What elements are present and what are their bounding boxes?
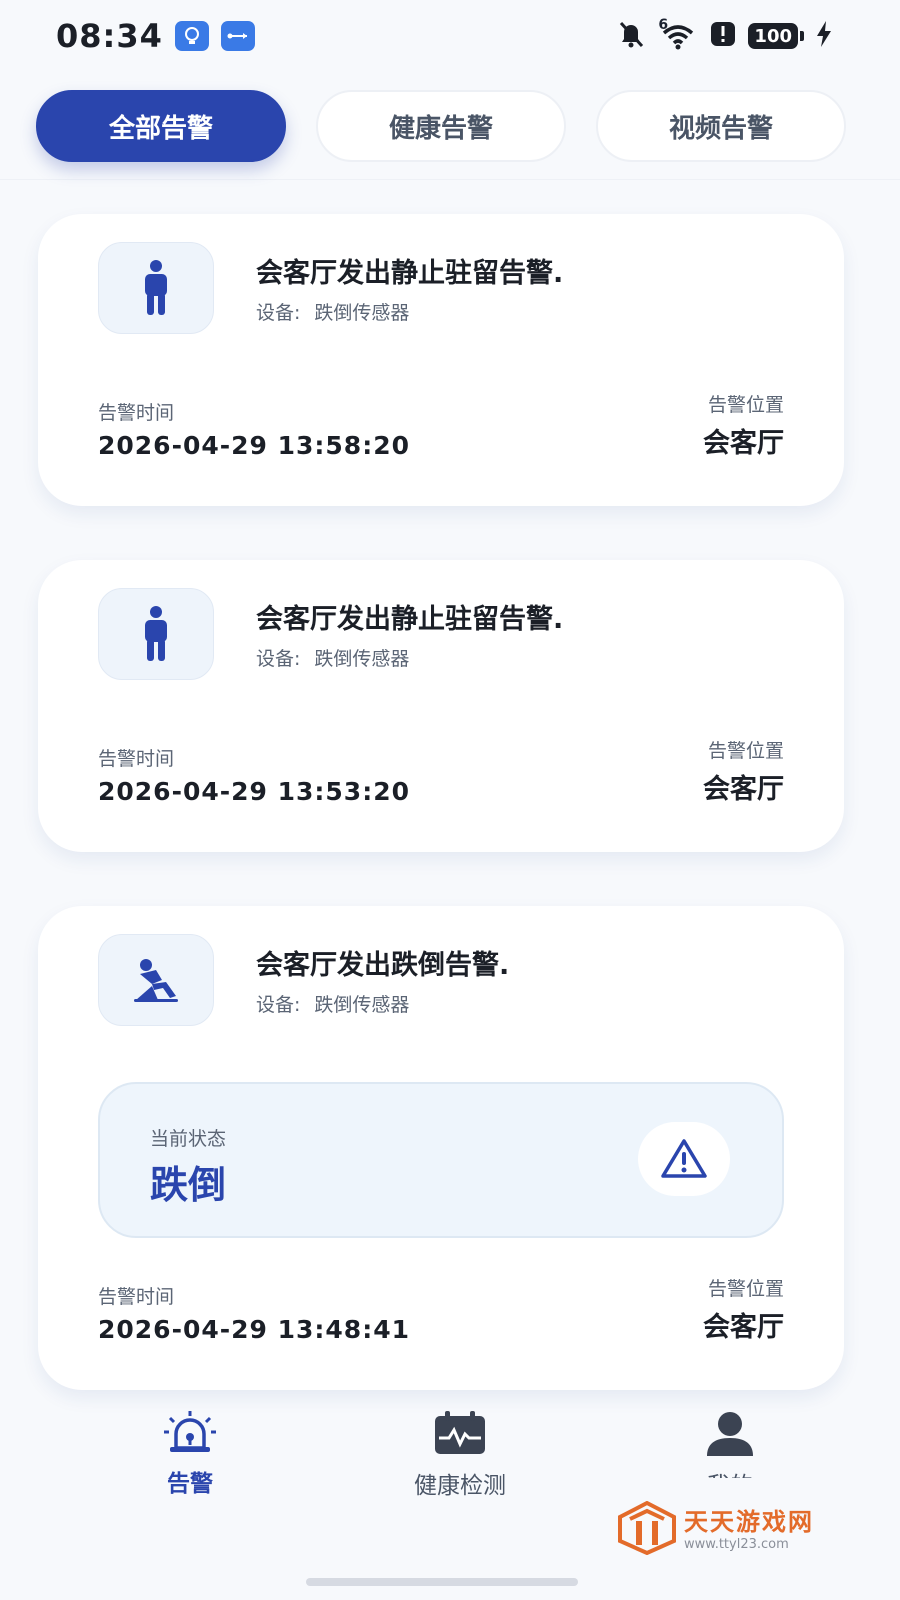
home-indicator[interactable] [306, 1578, 578, 1586]
nav-alerts-label: 告警 [167, 1471, 213, 1497]
current-state-panel: 当前状态 跌倒 [98, 1082, 784, 1238]
nav-profile[interactable]: 我的 [650, 1410, 810, 1478]
alert-time-block: 告警时间 2026-04-29 13:53:20 [98, 744, 410, 806]
alert-time: 2026-04-29 13:48:41 [98, 1315, 410, 1344]
current-state-value: 跌倒 [150, 1163, 227, 1207]
alert-location: 会客厅 [703, 774, 784, 805]
bulb-icon [174, 21, 209, 51]
warning-triangle-icon [638, 1122, 730, 1196]
tab-all-alerts[interactable]: 全部告警 [36, 90, 286, 162]
watermark-sub: www.ttyl23.com [684, 1536, 789, 1552]
alert-title: 会客厅发出跌倒告警. [256, 950, 510, 981]
battery-level: 100 [748, 23, 798, 49]
alert-location: 会客厅 [703, 428, 784, 459]
alert-text: 会客厅发出静止驻留告警. 设备: 跌倒传感器 [256, 597, 563, 671]
nav-profile-label: 我的 [707, 1466, 753, 1478]
alert-text: 会客厅发出跌倒告警. 设备: 跌倒传感器 [256, 943, 509, 1017]
device-label: 设备: [256, 302, 301, 324]
alert-location: 会客厅 [703, 1312, 784, 1343]
device-label: 设备: [256, 994, 301, 1016]
alert-card[interactable]: 会客厅发出静止驻留告警. 设备: 跌倒传感器 告警时间 2026-04-29 1… [38, 214, 844, 506]
alert-card-footer: 告警时间 2026-04-29 13:48:41 告警位置 会客厅 [98, 1274, 784, 1344]
device-name: 跌倒传感器 [314, 648, 410, 670]
person-standing-icon [98, 588, 214, 680]
nav-health-check[interactable]: 健康检测 [380, 1410, 540, 1520]
charging-icon [816, 21, 832, 51]
wifi-icon: 6 [658, 17, 698, 51]
device-name: 跌倒传感器 [314, 302, 410, 324]
alert-time-block: 告警时间 2026-04-29 13:48:41 [98, 1282, 410, 1344]
alert-card-footer: 告警时间 2026-04-29 13:58:20 告警位置 会客厅 [98, 390, 784, 460]
current-state-label: 当前状态 [150, 1128, 227, 1150]
alert-device: 设备: 跌倒传感器 [256, 990, 509, 1017]
tab-health-alerts[interactable]: 健康告警 [316, 90, 566, 162]
person-icon [705, 1410, 755, 1460]
alert-card-header: 会客厅发出静止驻留告警. 设备: 跌倒传感器 [98, 242, 563, 334]
usb-icon [220, 21, 255, 51]
alert-card-footer: 告警时间 2026-04-29 13:53:20 告警位置 会客厅 [98, 736, 784, 806]
watermark-text: 天天游戏网 www.ttyl23.com [684, 1510, 814, 1551]
alert-time-label: 告警时间 [98, 402, 175, 424]
battery-indicator: 100 [748, 23, 804, 49]
alert-time: 2026-04-29 13:58:20 [98, 431, 410, 460]
alert-time-label: 告警时间 [98, 748, 175, 770]
alert-title: 会客厅发出静止驻留告警. [256, 258, 564, 289]
alert-location-block: 告警位置 会客厅 [703, 390, 784, 460]
alert-card[interactable]: 会客厅发出静止驻留告警. 设备: 跌倒传感器 告警时间 2026-04-29 1… [38, 560, 844, 852]
alert-location-label: 告警位置 [707, 740, 784, 762]
alert-notification-icon [710, 21, 736, 51]
device-name: 跌倒传感器 [314, 994, 410, 1016]
status-left: 08:34 [56, 17, 255, 55]
health-calendar-icon [433, 1410, 487, 1460]
status-bar: 08:34 6 100 [0, 0, 900, 72]
watermark-main: 天天游戏网 [684, 1507, 814, 1536]
alert-text: 会客厅发出静止驻留告警. 设备: 跌倒传感器 [256, 251, 563, 325]
alert-location-block: 告警位置 会客厅 [703, 736, 784, 806]
tab-video-alerts[interactable]: 视频告警 [596, 90, 846, 162]
clock: 08:34 [56, 17, 163, 55]
alert-title: 会客厅发出静止驻留告警. [256, 604, 564, 635]
mute-bell-icon [616, 19, 646, 53]
status-right: 6 100 [616, 17, 832, 53]
alert-time-label: 告警时间 [98, 1286, 175, 1308]
alert-device: 设备: 跌倒传感器 [256, 298, 563, 325]
person-standing-icon [98, 242, 214, 334]
alert-location-label: 告警位置 [707, 394, 784, 416]
nav-health-check-label: 健康检测 [414, 1473, 506, 1499]
alert-location-block: 告警位置 会客厅 [703, 1274, 784, 1344]
device-label: 设备: [256, 648, 301, 670]
alert-card[interactable]: 会客厅发出跌倒告警. 设备: 跌倒传感器 当前状态 跌倒 告警时间 2026-0… [38, 906, 844, 1390]
person-fall-icon [98, 934, 214, 1026]
alert-time: 2026-04-29 13:53:20 [98, 777, 410, 806]
alert-location-label: 告警位置 [707, 1278, 784, 1300]
nav-alerts[interactable]: 告警 [110, 1410, 270, 1520]
alert-card-header: 会客厅发出跌倒告警. 设备: 跌倒传感器 [98, 934, 509, 1026]
alert-time-block: 告警时间 2026-04-29 13:58:20 [98, 398, 410, 460]
alert-device: 设备: 跌倒传感器 [256, 644, 563, 671]
watermark-logo-icon [618, 1500, 676, 1559]
alert-filter-tabs: 全部告警 健康告警 视频告警 [0, 90, 900, 180]
alarm-light-icon [162, 1410, 218, 1458]
alert-card-header: 会客厅发出静止驻留告警. 设备: 跌倒传感器 [98, 588, 563, 680]
battery-cap [800, 31, 804, 41]
watermark: 天天游戏网 www.ttyl23.com [618, 1500, 848, 1560]
